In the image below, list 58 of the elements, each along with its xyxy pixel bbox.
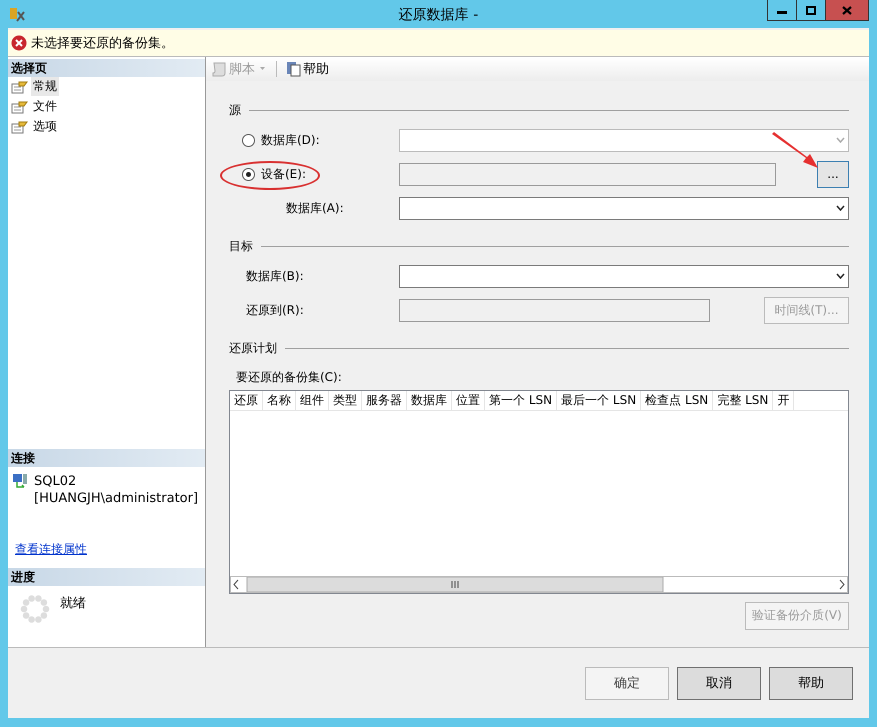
table-label: 要还原的备份集(C): — [236, 368, 343, 386]
dialog-button[interactable]: 帮助 — [769, 666, 853, 700]
window-title: 还原数据库 - — [398, 6, 478, 24]
column-header[interactable]: 检查点 LSN — [641, 390, 714, 410]
section-header: 连接 — [8, 449, 205, 468]
dropdown-field[interactable] — [399, 196, 849, 220]
close-button[interactable] — [825, 0, 869, 21]
progress-status: 就绪 — [60, 595, 86, 614]
dropdown-chevron-icon — [836, 273, 845, 280]
dropdown-chevron-icon — [836, 137, 845, 144]
maximize-icon — [806, 6, 816, 14]
radio-button[interactable] — [242, 168, 255, 181]
annotation-arrow — [770, 132, 820, 170]
group-label: 还原计划 — [229, 340, 277, 358]
field-label: 数据库(A): — [286, 200, 344, 217]
field-label: 数据库(D): — [261, 132, 320, 149]
scroll-icon — [211, 60, 227, 77]
browse-button[interactable]: ... — [817, 160, 849, 188]
connection-properties-link[interactable]: 查看连接属性 — [15, 541, 87, 558]
column-header[interactable]: 第一个 LSN — [485, 390, 558, 410]
close-icon — [842, 6, 852, 14]
server-icon — [12, 473, 28, 490]
column-header[interactable]: 最后一个 LSN — [557, 390, 642, 410]
column-header[interactable]: 数据库 — [407, 390, 452, 410]
server-name: SQL02 — [34, 473, 78, 490]
dropdown-chevron-icon — [836, 205, 845, 212]
column-header[interactable]: 完整 LSN — [713, 390, 774, 410]
section-header: 选择页 — [8, 58, 205, 77]
error-message: 未选择要还原的备份集。 — [31, 34, 174, 52]
column-header[interactable]: 组件 — [296, 390, 329, 410]
toolbar-button[interactable]: 帮助 — [283, 60, 331, 78]
dialog-button[interactable]: 取消 — [677, 666, 761, 700]
column-header[interactable]: 还原 — [230, 390, 263, 410]
column-header[interactable]: 类型 — [329, 390, 362, 410]
group-label: 源 — [229, 102, 241, 120]
field-label: 还原到(R): — [246, 302, 304, 319]
page-icon — [11, 100, 28, 114]
column-header[interactable]: 服务器 — [362, 390, 407, 410]
user-name: [HUANGJH\administrator] — [34, 490, 198, 508]
column-header[interactable]: 位置 — [452, 390, 485, 410]
sidebar-item[interactable]: 常规 — [31, 77, 59, 96]
spinner-icon — [20, 594, 50, 624]
sidebar-item[interactable]: 选项 — [31, 117, 59, 136]
column-header[interactable]: 开 — [773, 390, 794, 410]
section-header: 进度 — [8, 568, 205, 586]
field-label: 数据库(B): — [246, 268, 304, 285]
column-header[interactable]: 名称 — [263, 390, 296, 410]
group-label: 目标 — [229, 238, 253, 256]
minimize-button[interactable] — [767, 0, 797, 21]
page-icon — [11, 80, 28, 94]
dropdown-field[interactable] — [399, 264, 849, 288]
sidebar-item[interactable]: 文件 — [31, 97, 59, 116]
field-label: 设备(E): — [261, 166, 306, 183]
dropdown-caret-icon — [257, 66, 268, 72]
document-icon — [285, 60, 301, 77]
radio-button[interactable] — [242, 134, 255, 147]
error-icon — [11, 34, 27, 51]
page-icon — [11, 120, 28, 134]
